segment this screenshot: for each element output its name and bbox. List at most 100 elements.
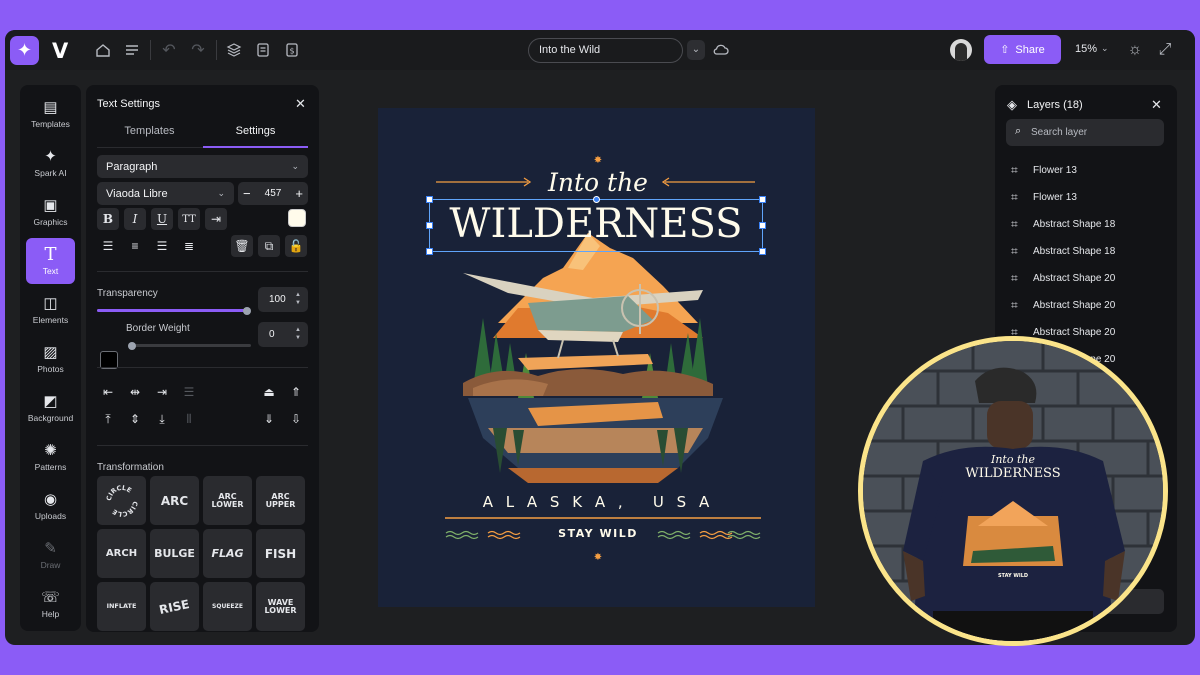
undo-icon[interactable]: ↶ xyxy=(158,39,180,61)
share-button[interactable]: ⇧ Share xyxy=(984,35,1061,64)
layer-item[interactable]: ⌗ Abstract Shape 18 xyxy=(1011,215,1115,233)
layer-item[interactable]: ⌗ Flower 13 xyxy=(1011,188,1077,206)
rail-item-elements[interactable]: ◫ Elements xyxy=(26,287,75,333)
rail-item-spark-ai[interactable]: ✦ Spark AI xyxy=(26,140,75,186)
resize-handle[interactable] xyxy=(426,196,433,203)
layer-item[interactable]: ⌗ Abstract Shape 18 xyxy=(1011,242,1115,260)
rail-item-background[interactable]: ◩ Background xyxy=(26,385,75,431)
tab-settings[interactable]: Settings xyxy=(203,125,308,137)
selection-box[interactable] xyxy=(426,196,766,255)
rail-item-draw[interactable]: ✎ Draw xyxy=(26,532,75,578)
menu-icon[interactable] xyxy=(121,39,143,61)
distribute-horizontal-icon[interactable]: ⫴ xyxy=(178,408,200,430)
stepper-arrows-icon[interactable]: ▲ ▼ xyxy=(295,326,301,342)
minus-icon[interactable]: − xyxy=(243,186,251,201)
stepper-arrows-icon[interactable]: ▲ ▼ xyxy=(295,291,301,307)
location-text[interactable]: A L A S K A , U S A xyxy=(433,493,763,511)
rail-item-uploads[interactable]: ◉ Uploads xyxy=(26,483,75,529)
tagline-text[interactable]: STAY WILD xyxy=(538,527,658,540)
rail-item-help[interactable]: ☏ Help xyxy=(26,581,75,627)
design-artboard[interactable]: ✸ ✸ Into the WILDERNESS A L A S K A , U … xyxy=(378,108,815,607)
rail-item-text[interactable]: T Text xyxy=(26,238,75,284)
user-avatar[interactable] xyxy=(950,39,972,61)
transparency-value-input[interactable]: 100 ▲ ▼ xyxy=(258,287,308,312)
align-right-icon[interactable]: ☰ xyxy=(151,235,173,257)
zoom-chevron-down-icon[interactable]: ⌄ xyxy=(1101,43,1109,54)
rail-item-graphics[interactable]: ▣ Graphics xyxy=(26,189,75,235)
transform-bulge[interactable]: BULGE xyxy=(150,529,199,578)
resize-handle[interactable] xyxy=(759,248,766,255)
border-weight-value-input[interactable]: 0 ▲ ▼ xyxy=(258,322,308,347)
transparency-slider-handle[interactable] xyxy=(243,307,251,315)
bring-forward-icon[interactable]: ⏏ xyxy=(258,381,280,403)
plus-icon[interactable]: + xyxy=(295,186,303,201)
lock-icon[interactable]: 🔓 xyxy=(285,235,307,257)
uppercase-icon[interactable]: TT xyxy=(178,208,200,230)
transform-flag[interactable]: FLAG xyxy=(203,529,252,578)
resize-handle[interactable] xyxy=(426,248,433,255)
rail-item-templates[interactable]: ▤ Templates xyxy=(26,91,75,137)
transform-inflate[interactable]: INFLATE xyxy=(97,582,146,631)
transform-arc-lower[interactable]: ARC LOWER xyxy=(203,476,252,525)
rotate-handle[interactable] xyxy=(593,196,600,203)
zoom-level[interactable]: 15% xyxy=(1075,43,1097,55)
align-left-icon[interactable]: ☰ xyxy=(97,235,119,257)
sun-theme-icon[interactable]: ☼ xyxy=(1124,39,1146,61)
resize-handle[interactable] xyxy=(759,196,766,203)
transform-arch[interactable]: ARCH xyxy=(97,529,146,578)
align-object-bottom-icon[interactable]: ⤓ xyxy=(151,408,173,430)
transform-arc[interactable]: ARC xyxy=(150,476,199,525)
text-color-swatch[interactable] xyxy=(288,209,306,227)
brand-logo[interactable]: V xyxy=(52,39,68,63)
bold-icon[interactable]: B xyxy=(97,208,119,230)
resize-handle[interactable] xyxy=(759,222,766,229)
align-object-top-icon[interactable]: ⤒ xyxy=(97,408,119,430)
close-icon[interactable]: ✕ xyxy=(1151,97,1162,113)
transform-squeeze[interactable]: SQUEEZE xyxy=(203,582,252,631)
rail-item-patterns[interactable]: ✺ Patterns xyxy=(26,434,75,480)
resize-handle[interactable] xyxy=(426,222,433,229)
font-size-stepper[interactable]: − 457 + xyxy=(238,182,308,205)
border-weight-slider-handle[interactable] xyxy=(128,342,136,350)
rail-item-photos[interactable]: ▨ Photos xyxy=(26,336,75,382)
document-title-input[interactable]: Into the Wild xyxy=(528,38,683,63)
document-options-chevron-icon[interactable]: ⌄ xyxy=(687,40,705,60)
send-to-back-icon[interactable]: ⇩ xyxy=(285,408,307,430)
align-justify-icon[interactable]: ≣ xyxy=(178,235,200,257)
send-backward-icon[interactable]: ⇓ xyxy=(258,408,280,430)
layer-item[interactable]: ⌗ Flower 13 xyxy=(1011,161,1077,179)
border-weight-slider[interactable] xyxy=(129,344,251,347)
transform-fish[interactable]: FISH xyxy=(256,529,305,578)
layer-item[interactable]: ⌗Abstract Shape 20 xyxy=(1011,296,1115,314)
align-object-left-icon[interactable]: ⇤ xyxy=(97,381,119,403)
headline-small-text[interactable]: Into the xyxy=(518,168,678,197)
cloud-sync-icon[interactable] xyxy=(710,39,732,61)
layers-stack-icon[interactable] xyxy=(223,39,245,61)
text-style-select[interactable]: Paragraph ⌄ xyxy=(97,155,308,178)
document-icon[interactable] xyxy=(252,39,274,61)
redo-icon[interactable]: ↷ xyxy=(187,39,209,61)
expand-icon[interactable]: ⤢ xyxy=(1154,39,1176,61)
transform-arc-upper[interactable]: ARC UPPER xyxy=(256,476,305,525)
text-spacing-icon[interactable]: ⇥ xyxy=(205,208,227,230)
duplicate-icon[interactable]: ⧉ xyxy=(258,235,280,257)
transform-wave-lower[interactable]: WAVE LOWER xyxy=(256,582,305,631)
tab-templates[interactable]: Templates xyxy=(97,125,202,137)
sparkle-logo-icon[interactable]: ✦ xyxy=(10,36,39,65)
align-object-right-icon[interactable]: ⇥ xyxy=(151,381,173,403)
home-icon[interactable] xyxy=(92,39,114,61)
distribute-vertical-icon[interactable]: ☰ xyxy=(178,381,200,403)
search-layer-input[interactable]: ⌕ Search layer xyxy=(1006,119,1164,146)
bring-to-front-icon[interactable]: ⇑ xyxy=(285,381,307,403)
align-center-icon[interactable]: ≡ xyxy=(124,235,146,257)
underline-icon[interactable]: U xyxy=(151,208,173,230)
font-family-select[interactable]: Viaoda Libre ⌄ xyxy=(97,182,234,205)
layer-item[interactable]: ⌗Abstract Shape 20 xyxy=(1011,269,1115,287)
transform-circle[interactable]: CIRCLE CIRCLE xyxy=(97,476,146,525)
close-icon[interactable]: ✕ xyxy=(295,96,306,112)
align-object-center-h-icon[interactable]: ⇹ xyxy=(124,381,146,403)
resize-document-icon[interactable]: $ xyxy=(281,39,303,61)
transform-rise[interactable]: RISE xyxy=(150,582,199,631)
trash-icon[interactable]: 🗑 xyxy=(231,235,253,257)
align-object-middle-icon[interactable]: ⇕ xyxy=(124,408,146,430)
